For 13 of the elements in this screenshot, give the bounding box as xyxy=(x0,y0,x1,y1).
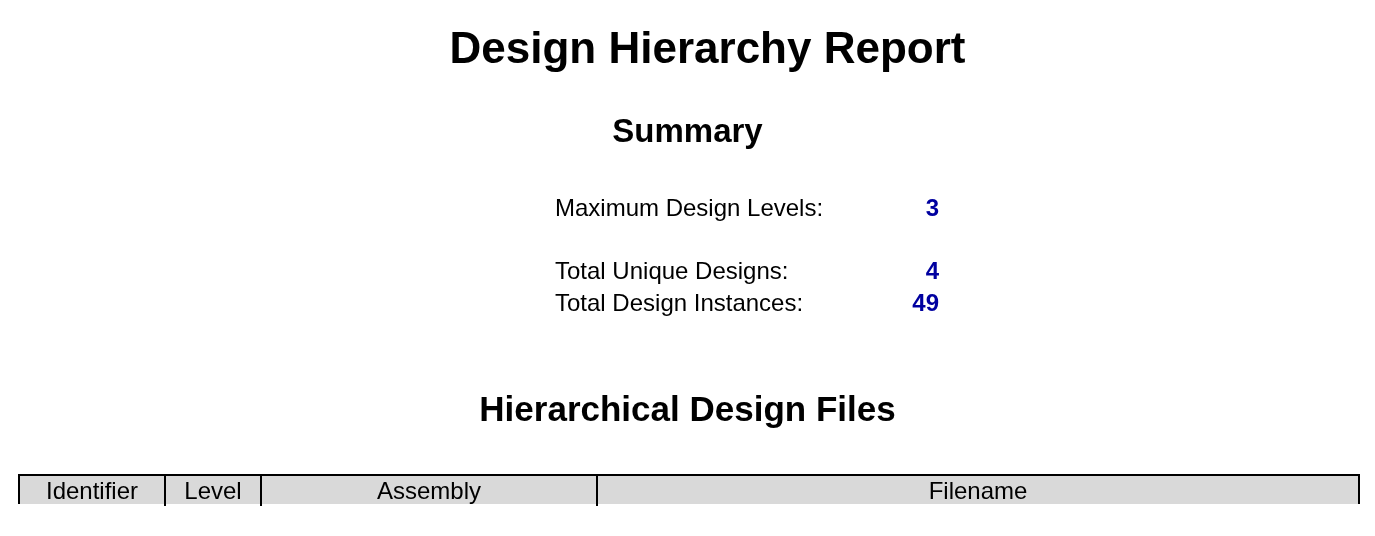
column-header: Level xyxy=(164,476,260,506)
report-title: Design Hierarchy Report xyxy=(448,22,966,74)
summary-label: Maximum Design Levels: xyxy=(555,193,824,223)
summary-value: 3 xyxy=(925,193,939,223)
summary-label: Total Design Instances: xyxy=(555,288,804,318)
section-heading: Summary xyxy=(612,111,763,151)
column-header: Assembly xyxy=(260,476,596,506)
section-heading: Hierarchical Design Files xyxy=(479,388,896,430)
column-header: Identifier xyxy=(44,476,140,506)
column-header: Filename xyxy=(596,476,1358,506)
summary-label: Total Unique Designs: xyxy=(555,256,789,286)
summary-value: 49 xyxy=(912,288,939,318)
summary-value: 4 xyxy=(925,256,939,286)
